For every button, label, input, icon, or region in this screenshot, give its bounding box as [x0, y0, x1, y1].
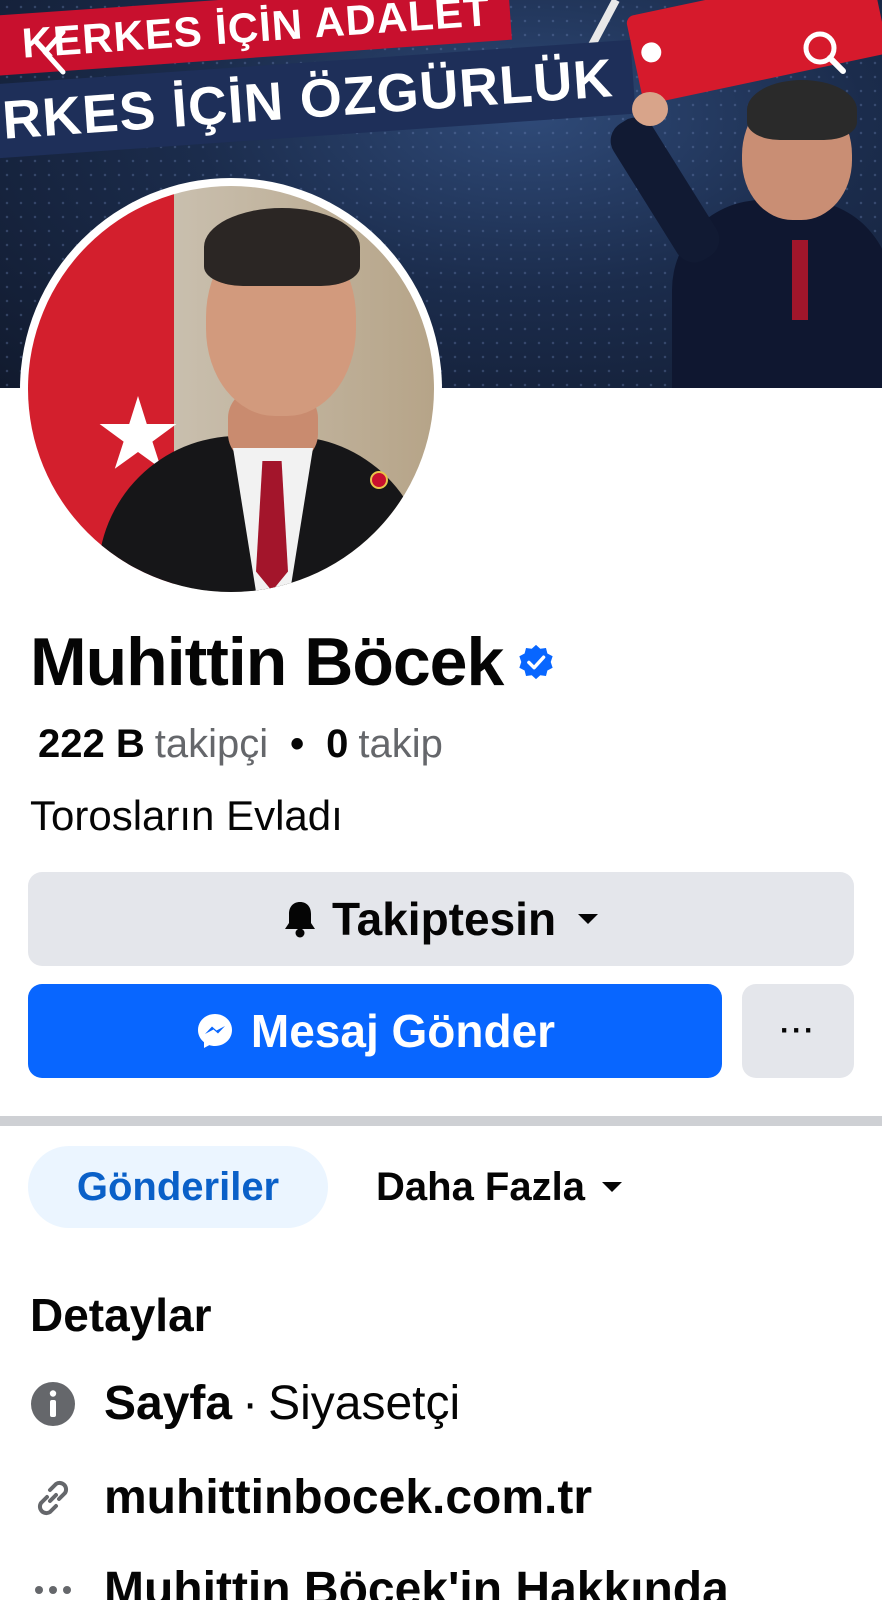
profile-avatar[interactable] [20, 178, 442, 600]
page-category-label: Siyasetçi [268, 1377, 461, 1430]
tab-more-label: Daha Fazla [376, 1164, 585, 1209]
profile-name-row: Muhittin Böcek [30, 628, 555, 696]
following-button-label: Takiptesin [331, 893, 557, 945]
stats-separator: • [290, 722, 305, 766]
cover-person [603, 70, 882, 388]
search-button[interactable] [796, 24, 852, 80]
send-message-button[interactable]: Mesaj Gönder [28, 984, 722, 1078]
detail-page-category: Sayfa · Siyasetçi [30, 1376, 460, 1431]
back-button[interactable] [26, 24, 82, 80]
verified-badge-icon [519, 644, 553, 680]
profile-name: Muhittin Böcek [30, 624, 504, 700]
caret-down-icon [578, 914, 599, 924]
search-icon [803, 31, 846, 74]
tab-more[interactable]: Daha Fazla [376, 1146, 623, 1228]
ellipsis-icon [30, 1567, 76, 1600]
website-link[interactable]: muhittinbocek.com.tr [104, 1470, 592, 1525]
tab-posts-label: Gönderiler [76, 1164, 280, 1209]
followers-count[interactable]: 222 B [38, 722, 145, 767]
following-label[interactable]: takip [358, 722, 443, 767]
section-divider [0, 1116, 882, 1126]
link-icon [30, 1475, 76, 1521]
page-type-label: Sayfa [104, 1377, 233, 1430]
bell-icon [284, 902, 315, 938]
more-options-icon: ··· [780, 1014, 816, 1047]
following-button[interactable]: Takiptesin [28, 872, 854, 966]
following-count[interactable]: 0 [326, 722, 348, 767]
followers-label[interactable]: takipçi [155, 722, 268, 767]
messenger-icon [197, 1014, 232, 1048]
about-link[interactable]: Muhittin Böcek'in Hakkında [104, 1562, 729, 1600]
avatar-photo [28, 186, 434, 592]
details-heading: Detaylar [30, 1289, 212, 1341]
profile-bio: Torosların Evladı [30, 792, 343, 839]
caret-down-icon [601, 1181, 622, 1192]
detail-website[interactable]: muhittinbocek.com.tr [30, 1470, 592, 1525]
profile-stats: 222 B takipçi • 0 takip [38, 722, 443, 767]
chevron-left-icon [42, 29, 66, 75]
send-message-label: Mesaj Gönder [250, 1005, 556, 1057]
detail-about[interactable]: Muhittin Böcek'in Hakkında [30, 1562, 729, 1600]
tab-posts[interactable]: Gönderiler [28, 1146, 328, 1228]
info-icon [30, 1381, 76, 1427]
page-type-separator: · [242, 1377, 259, 1430]
more-options-button[interactable]: ··· [742, 984, 854, 1078]
